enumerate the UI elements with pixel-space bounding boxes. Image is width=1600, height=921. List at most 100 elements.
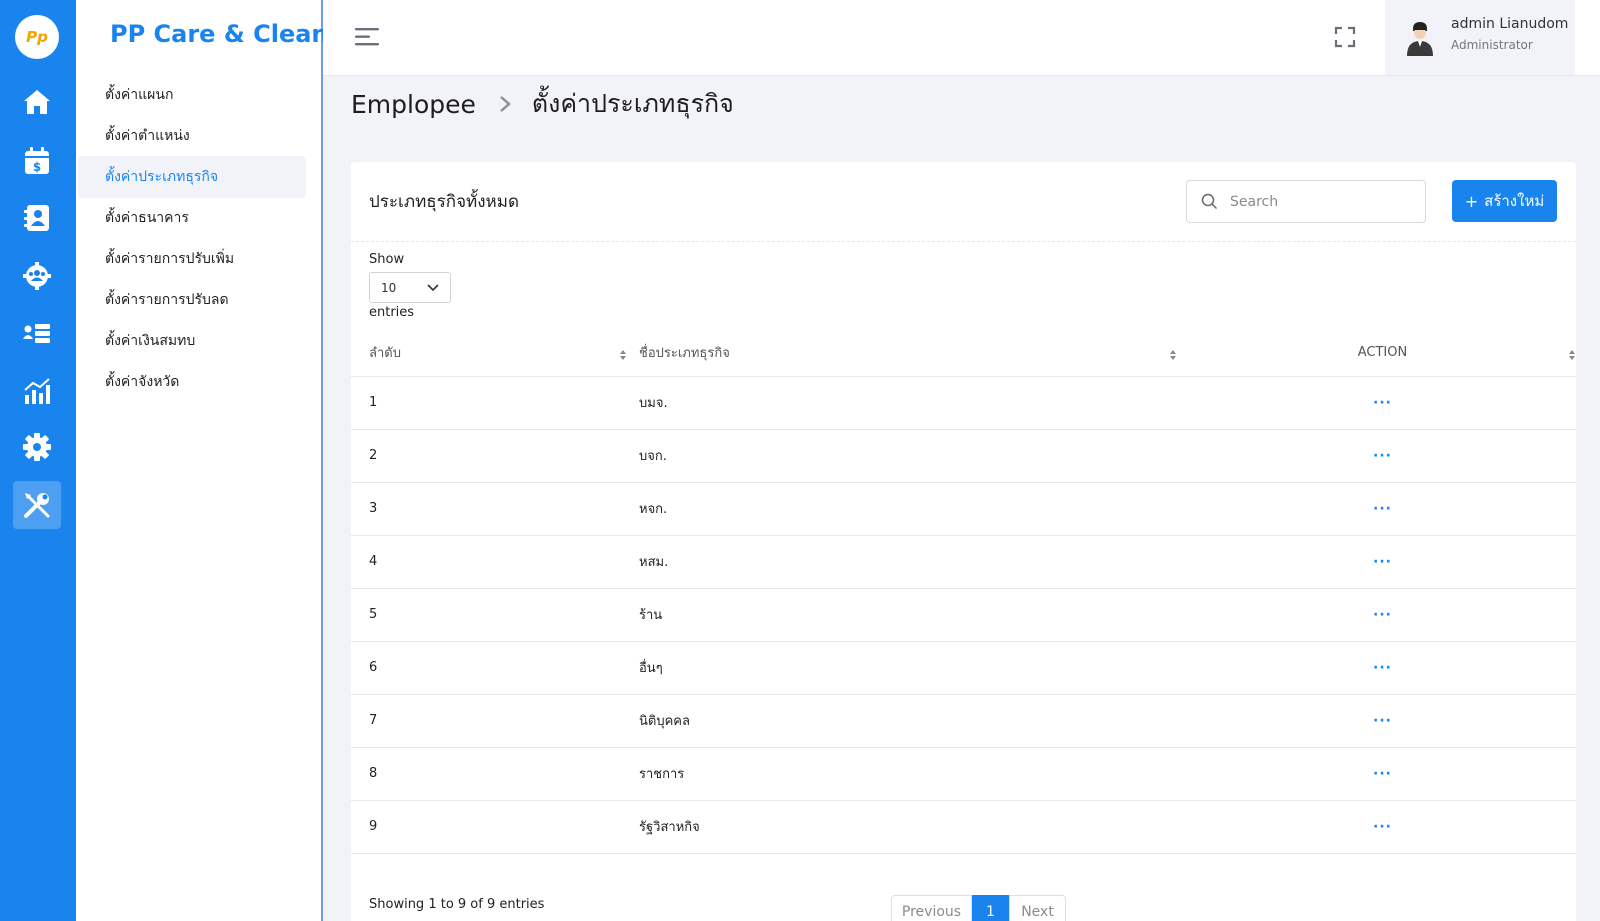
sidebar-item-label: ตั้งค่ารายการปรับลด xyxy=(105,292,229,308)
chart-icon[interactable] xyxy=(13,367,61,415)
page-length-value: 10 xyxy=(381,280,397,295)
cell-name: บมจ. xyxy=(639,376,1189,430)
row-actions-button[interactable]: ··· xyxy=(1373,607,1392,623)
row-actions-button[interactable]: ··· xyxy=(1373,501,1392,517)
cell-name: รัฐวิสาหกิจ xyxy=(639,800,1189,854)
business-type-table: ลำดับ ชื่อประเภทธุรกิจ ACTION 1 บมจ. ··· 2… xyxy=(351,330,1576,854)
logo-text: Pp xyxy=(26,28,48,46)
previous-page-button[interactable]: Previous xyxy=(891,895,972,921)
cell-name: ร้าน xyxy=(639,588,1189,642)
page-length-label: Show xyxy=(369,252,405,267)
cell-name: หจก. xyxy=(639,482,1189,536)
svg-text:$: $ xyxy=(33,160,41,174)
sidebar-item-label: ตั้งค่าตำแหน่ง xyxy=(105,128,190,144)
sidebar-item-position[interactable]: ตั้งค่าตำแหน่ง xyxy=(78,115,306,157)
cell-no: 2 xyxy=(351,429,639,483)
cell-name: หสม. xyxy=(639,535,1189,589)
sidebar-item-contribution[interactable]: ตั้งค่าเงินสมทบ xyxy=(78,320,306,362)
sidebar-item-province[interactable]: ตั้งค่าจังหวัด xyxy=(78,361,306,403)
create-new-label: สร้างใหม่ xyxy=(1484,192,1545,210)
card-title: ประเภทธุรกิจทั้งหมด xyxy=(369,192,519,212)
search-icon xyxy=(1201,193,1218,210)
table-header-row: ลำดับ ชื่อประเภทธุรกิจ ACTION xyxy=(351,330,1576,377)
sidebar-item-label: ตั้งค่าธนาคาร xyxy=(105,210,189,226)
page-length-select[interactable]: 10 xyxy=(369,272,451,303)
icon-rail: Pp $ xyxy=(0,0,76,921)
gear-icon[interactable] xyxy=(13,423,61,471)
sidebar-item-label: ตั้งค่าประเภทธุรกิจ xyxy=(105,169,219,185)
sidebar-item-additions[interactable]: ตั้งค่ารายการปรับเพิ่ม xyxy=(78,238,306,280)
contacts-icon[interactable] xyxy=(13,194,61,242)
row-actions-button[interactable]: ··· xyxy=(1373,766,1392,782)
cell-no: 5 xyxy=(351,588,639,642)
table-row: 9 รัฐวิสาหกิจ ··· xyxy=(351,800,1576,854)
pagination: Previous 1 Next xyxy=(891,895,1066,921)
home-icon[interactable] xyxy=(13,78,61,126)
sidebar-item-department[interactable]: ตั้งค่าแผนก xyxy=(78,74,306,116)
team-gear-icon[interactable] xyxy=(13,252,61,300)
cell-no: 1 xyxy=(351,376,639,430)
user-menu[interactable]: admin Lianudom Administrator xyxy=(1385,0,1575,75)
cell-no: 8 xyxy=(351,747,639,801)
next-page-button[interactable]: Next xyxy=(1009,895,1066,921)
sidebar-item-label: ตั้งค่าแผนก xyxy=(105,87,174,103)
row-actions-button[interactable]: ··· xyxy=(1373,660,1392,676)
page-title: ตั้งค่าประเภทธุรกิจ xyxy=(531,89,734,118)
create-new-button[interactable]: + สร้างใหม่ xyxy=(1452,180,1557,222)
table-row: 6 อื่นๆ ··· xyxy=(351,641,1576,695)
app-logo[interactable]: Pp xyxy=(15,15,59,59)
cell-no: 6 xyxy=(351,641,639,695)
cell-no: 3 xyxy=(351,482,639,536)
table-row: 5 ร้าน ··· xyxy=(351,588,1576,642)
sidebar-item-business-type[interactable]: ตั้งค่าประเภทธุรกิจ xyxy=(78,156,306,198)
table-row: 4 หสม. ··· xyxy=(351,535,1576,589)
page-1-button[interactable]: 1 xyxy=(972,895,1009,921)
table-row: 1 บมจ. ··· xyxy=(351,376,1576,430)
cell-no: 9 xyxy=(351,800,639,854)
sidebar-item-label: ตั้งค่าเงินสมทบ xyxy=(105,333,196,349)
search-input[interactable] xyxy=(1230,193,1410,210)
cell-no: 4 xyxy=(351,535,639,589)
fullscreen-icon[interactable] xyxy=(1333,25,1357,49)
row-actions-button[interactable]: ··· xyxy=(1373,395,1392,411)
sidebar-item-label: ตั้งค่าจังหวัด xyxy=(105,374,180,390)
cell-name: อื่นๆ xyxy=(639,641,1189,695)
column-header-label: ACTION xyxy=(1357,345,1408,361)
cell-no: 7 xyxy=(351,694,639,748)
row-actions-button[interactable]: ··· xyxy=(1373,713,1392,729)
card-header: ประเภทธุรกิจทั้งหมด + สร้างใหม่ xyxy=(351,162,1576,242)
column-header-label: ชื่อประเภทธุรกิจ xyxy=(639,346,730,362)
search-box[interactable] xyxy=(1186,180,1426,223)
breadcrumb-root[interactable]: Emplopee xyxy=(351,90,476,119)
sort-icon[interactable] xyxy=(619,349,627,361)
cell-name: ราชการ xyxy=(639,747,1189,801)
user-list-icon[interactable] xyxy=(13,309,61,357)
row-actions-button[interactable]: ··· xyxy=(1373,819,1392,835)
sidebar-item-label: ตั้งค่ารายการปรับเพิ่ม xyxy=(105,251,235,267)
brand-title: PP Care & Clean xyxy=(110,20,329,48)
table-row: 2 บจก. ··· xyxy=(351,429,1576,483)
menu-toggle-icon[interactable] xyxy=(355,26,381,48)
table-row: 3 หจก. ··· xyxy=(351,482,1576,536)
table-row: 7 นิติบุคคล ··· xyxy=(351,694,1576,748)
top-bar: admin Lianudom Administrator xyxy=(323,0,1600,76)
sidebar-item-deductions[interactable]: ตั้งค่ารายการปรับลด xyxy=(78,279,306,321)
row-actions-button[interactable]: ··· xyxy=(1373,448,1392,464)
sort-icon[interactable] xyxy=(1568,349,1576,361)
sort-icon[interactable] xyxy=(1169,349,1177,361)
cell-name: บจก. xyxy=(639,429,1189,483)
calendar-dollar-icon[interactable]: $ xyxy=(13,137,61,185)
column-header-action[interactable]: ACTION xyxy=(1189,330,1576,377)
tools-icon[interactable] xyxy=(13,481,61,529)
user-role: Administrator xyxy=(1451,38,1533,52)
column-header-name[interactable]: ชื่อประเภทธุรกิจ xyxy=(639,330,1189,377)
page-length-suffix: entries xyxy=(369,305,415,320)
chevron-right-icon xyxy=(500,96,511,112)
breadcrumb: Emplopee ตั้งค่าประเภทธุรกิจ xyxy=(351,84,734,124)
plus-icon: + xyxy=(1464,191,1479,211)
business-type-card: ประเภทธุรกิจทั้งหมด + สร้างใหม่ Show 10 … xyxy=(351,162,1576,921)
row-actions-button[interactable]: ··· xyxy=(1373,554,1392,570)
sidebar-item-bank[interactable]: ตั้งค่าธนาคาร xyxy=(78,197,306,239)
column-header-no[interactable]: ลำดับ xyxy=(351,330,639,377)
chevron-down-icon xyxy=(427,283,439,291)
